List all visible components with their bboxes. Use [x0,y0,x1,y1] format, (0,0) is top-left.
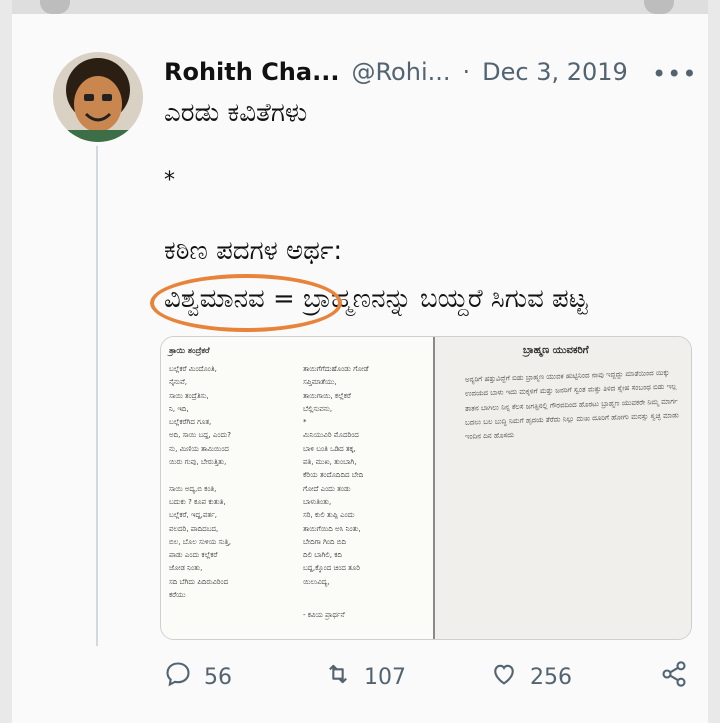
separator: · [462,58,471,86]
tweet-card: Rohith Cha... @Rohi... · Dec 3, 2019 •••… [12,0,708,723]
tweet-text-line: * [164,168,175,193]
right-heading: ಬ್ರಾಹ್ಮಣ ಯುವಕರಿಗೆ [523,345,589,356]
highlight-circle [150,274,342,332]
retweet-icon [324,660,352,694]
book-page-right: ಬ್ರಾಹ್ಮಣ ಯುವಕರಿಗೆ ಅನ್ಯರಿಗೆ ಹತ್ತುವಿದ್ದೆಗೆ… [433,337,691,639]
avatar[interactable] [53,52,143,142]
retweet-button[interactable]: 107 [324,660,406,694]
share-icon [660,660,688,694]
thread-line [96,146,98,646]
left-heading: ತ್ರಾಯಿ ತಂದ್ರೆಕರೆ [169,346,210,355]
top-decoration [644,0,674,14]
like-count: 256 [530,664,572,690]
right-column-text: ಅನ್ಯರಿಗೆ ಹತ್ತುವಿದ್ದೆಗೆ ಬಿಡು ಬ್ರಾಹ್ಮಣ ಯುವ… [465,368,679,442]
retweet-count: 107 [364,664,406,690]
heart-icon [490,660,518,694]
share-button[interactable] [660,660,688,694]
author-handle[interactable]: @Rohi... [351,58,450,86]
tweet-header: Rohith Cha... @Rohi... · Dec 3, 2019 [164,58,628,86]
middle-column-text: ತಾಯಿಗೆಗೆದುಹೊಂಡು ಗೋಡೆ ಸಪ್ತಿಮಾತೆಯು, ತಾಯಿಗಾ… [303,365,369,586]
author-name[interactable]: Rohith Cha... [164,58,339,86]
top-strip [12,0,708,14]
reply-icon [164,660,192,694]
tweet-text-line: ಎರಡು ಕವಿತೆಗಳು [164,98,308,128]
action-bar: 56 107 256 [164,660,694,700]
like-button[interactable]: 256 [490,660,572,694]
tweet-text-line: ಕಠಿಣ ಪದಗಳ ಅರ್ಥ: [164,236,343,266]
left-column-text: ಬಲ್ಲೆಕರೆ ಮಿಂದೊಂತಿ, ನೈನುವೆ, ಸಾಯಿ ತಂದ್ರೆತಿ… [169,365,231,600]
top-decoration [40,0,70,14]
more-options-icon[interactable]: ••• [652,60,697,88]
reply-count: 56 [204,664,232,690]
page-footer: - ಕವಿಯ ಪ್ರಾರ್ಥನೆ [303,611,345,619]
attached-image[interactable]: ತ್ರಾಯಿ ತಂದ್ರೆಕರೆ ಬಲ್ಲೆಕರೆ ಮಿಂದೊಂತಿ, ನೈನು… [160,336,692,640]
reply-button[interactable]: 56 [164,660,232,694]
book-page-left: ತ್ರಾಯಿ ತಂದ್ರೆಕರೆ ಬಲ್ಲೆಕರೆ ಮಿಂದೊಂತಿ, ನೈನು… [161,337,433,639]
tweet-date[interactable]: Dec 3, 2019 [482,58,628,86]
